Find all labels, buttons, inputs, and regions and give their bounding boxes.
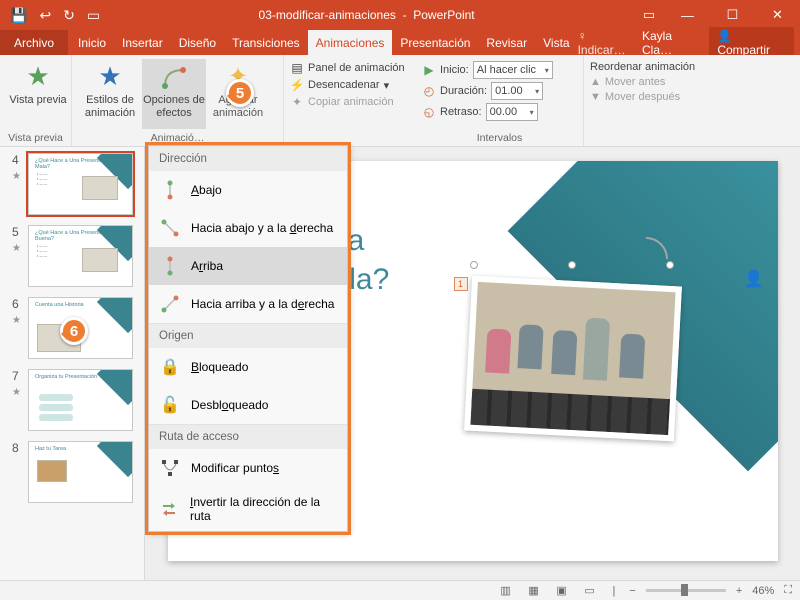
trigger-button[interactable]: ⚡Desencadenar ▾: [290, 78, 410, 92]
callout-6: 6: [60, 317, 88, 345]
dd-item-up[interactable]: Arriba: [149, 247, 347, 285]
group-preview: Vista previa: [6, 132, 65, 146]
animation-styles-button[interactable]: ★ Estilos de animación: [78, 59, 142, 129]
duration-input[interactable]: 01.00: [491, 82, 543, 100]
tab-presentacion[interactable]: Presentación: [392, 30, 478, 55]
tab-vista[interactable]: Vista: [535, 30, 577, 55]
view-reading-icon[interactable]: ▣: [553, 584, 571, 598]
tab-file[interactable]: Archivo: [0, 30, 68, 55]
dd-item-edit-points[interactable]: Modificar puntos: [149, 449, 347, 487]
star-icon: ★: [98, 61, 121, 92]
dd-section-origin: Origen: [149, 323, 347, 348]
duration-label: Duración:: [440, 85, 487, 97]
share-button[interactable]: 👤 Compartir: [709, 27, 794, 59]
dd-item-down[interactable]: Abajo: [149, 171, 347, 209]
tell-me[interactable]: ♀ Indicar…: [578, 29, 636, 57]
tab-diseno[interactable]: Diseño: [171, 30, 224, 55]
group-intervals: Intervalos: [422, 132, 577, 146]
start-label: Inicio:: [440, 64, 469, 76]
thumb-4[interactable]: 4★ ¿Qué Hace a Una Presentación Mala?• —…: [0, 153, 144, 215]
duration-icon: ◴: [422, 84, 436, 98]
slide-thumbnails[interactable]: 4★ ¿Qué Hace a Una Presentación Mala?• —…: [0, 147, 145, 580]
effect-options-icon: [158, 63, 190, 91]
callout-5: 5: [226, 79, 254, 107]
preview-icon: ★: [26, 61, 49, 92]
window-title: 03-modificar-animaciones - PowerPoint: [100, 8, 633, 22]
line-up-icon: [159, 255, 181, 277]
thumb-5[interactable]: 5★ ¿Qué Hace a Una Presentación Buena?• …: [0, 225, 144, 287]
line-up-right-icon: [159, 293, 181, 315]
effect-options-menu[interactable]: Dirección Abajo Hacia abajo y a la derec…: [148, 145, 348, 532]
pane-icon: ▤: [290, 61, 304, 75]
fit-window-icon[interactable]: ⛶: [784, 584, 792, 597]
delay-input[interactable]: 00.00: [486, 103, 538, 121]
lock-icon: 🔒: [159, 356, 181, 378]
tab-inicio[interactable]: Inicio: [70, 30, 114, 55]
zoom-in-button[interactable]: +: [736, 585, 742, 597]
view-slideshow-icon[interactable]: ▭: [581, 584, 599, 598]
reverse-path-icon: [159, 498, 180, 520]
move-before-button: ▲ Mover antes: [590, 76, 794, 88]
person-marker-icon: 👤: [744, 269, 764, 289]
minimize-icon[interactable]: —: [665, 0, 710, 30]
undo-icon[interactable]: ↩: [39, 7, 51, 24]
trigger-icon: ⚡: [290, 78, 304, 92]
start-select[interactable]: Al hacer clic: [473, 61, 553, 79]
dd-section-direction: Dirección: [149, 146, 347, 171]
move-after-button: ▼ Mover después: [590, 91, 794, 103]
delay-label: Retraso:: [440, 106, 482, 118]
zoom-value: 46%: [752, 585, 774, 597]
tab-transiciones[interactable]: Transiciones: [224, 30, 308, 55]
preview-button[interactable]: ★ Vista previa: [6, 59, 70, 129]
slide-image[interactable]: [464, 276, 682, 442]
copy-animation-button: ✦Copiar animación: [290, 95, 410, 109]
group-animation: Animació…: [78, 132, 277, 146]
thumb-8[interactable]: 8 Haz tu Tarea: [0, 441, 144, 503]
unlock-icon: 🔓: [159, 394, 181, 416]
dd-item-up-right[interactable]: Hacia arriba y a la derecha: [149, 285, 347, 323]
effect-options-button[interactable]: Opciones de efectos: [142, 59, 206, 129]
thumb-7[interactable]: 7★ Organiza tu Presentación: [0, 369, 144, 431]
zoom-slider[interactable]: [646, 589, 726, 592]
line-down-icon: [159, 179, 181, 201]
view-normal-icon[interactable]: ▥: [497, 584, 515, 598]
line-down-right-icon: [159, 217, 181, 239]
reorder-title: Reordenar animación: [590, 61, 794, 73]
dd-item-locked[interactable]: 🔒 Bloqueado: [149, 348, 347, 386]
edit-points-icon: [159, 457, 181, 479]
maximize-icon[interactable]: ☐: [710, 0, 755, 30]
start-icon: ▶: [422, 63, 436, 77]
anim-tag[interactable]: 1: [454, 277, 468, 291]
animation-pane-button[interactable]: ▤Panel de animación: [290, 61, 410, 75]
paint-icon: ✦: [290, 95, 304, 109]
close-icon[interactable]: ✕: [755, 0, 800, 30]
tab-insertar[interactable]: Insertar: [114, 30, 171, 55]
ribbon-opts-icon[interactable]: ▭: [633, 0, 665, 30]
dd-item-reverse[interactable]: Invertir la dirección de la ruta: [149, 487, 347, 531]
tab-animaciones[interactable]: Animaciones: [308, 30, 393, 55]
start-show-icon[interactable]: ▭: [87, 7, 100, 24]
zoom-out-button[interactable]: −: [629, 585, 635, 597]
dd-item-down-right[interactable]: Hacia abajo y a la derecha: [149, 209, 347, 247]
dd-section-path: Ruta de acceso: [149, 424, 347, 449]
delay-icon: ◵: [422, 105, 436, 119]
user-name[interactable]: Kayla Cla…: [642, 29, 703, 57]
dd-item-unlocked[interactable]: 🔓 Desbloqueado: [149, 386, 347, 424]
tab-revisar[interactable]: Revisar: [478, 30, 535, 55]
view-sorter-icon[interactable]: ▦: [525, 584, 543, 598]
redo-icon[interactable]: ↻: [63, 7, 75, 24]
save-icon[interactable]: 💾: [10, 7, 27, 24]
